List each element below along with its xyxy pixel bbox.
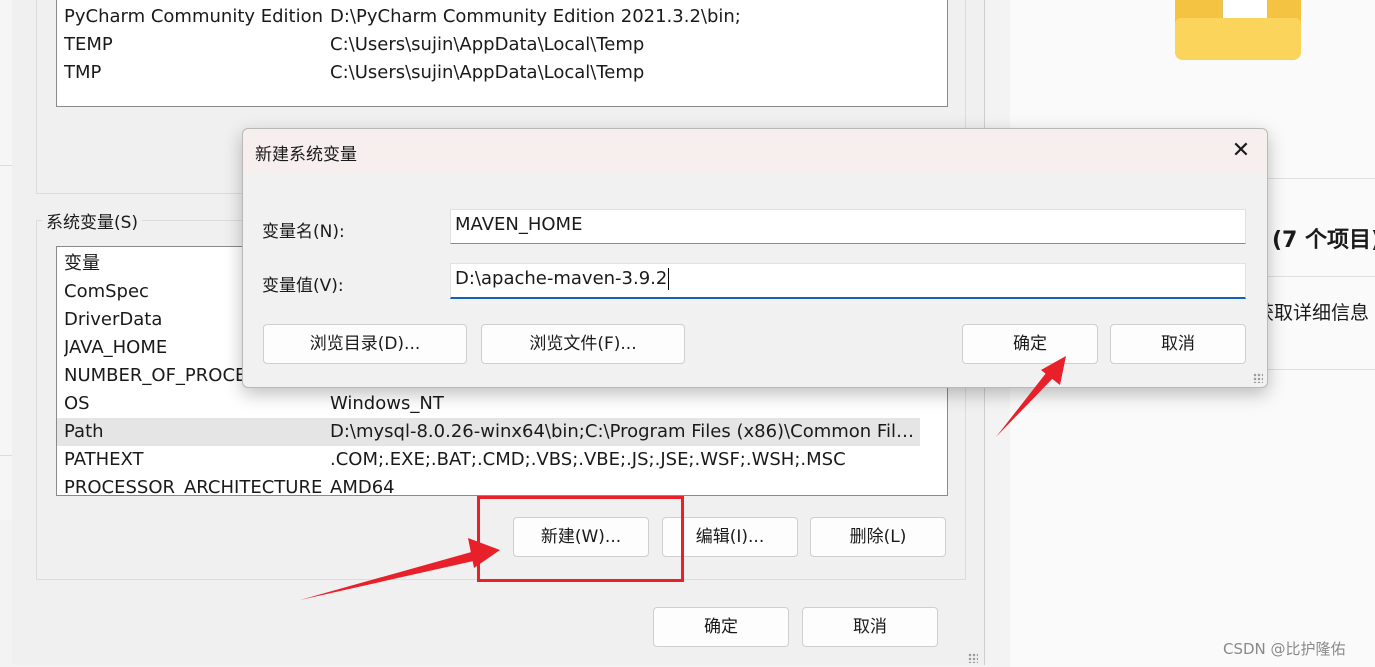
arrow-to-dialog-ok-button xyxy=(996,356,1066,437)
annotation-arrows xyxy=(300,356,1066,600)
arrow-to-new-button xyxy=(300,538,500,600)
watermark: CSDN @比护隆佑 xyxy=(1223,640,1346,658)
